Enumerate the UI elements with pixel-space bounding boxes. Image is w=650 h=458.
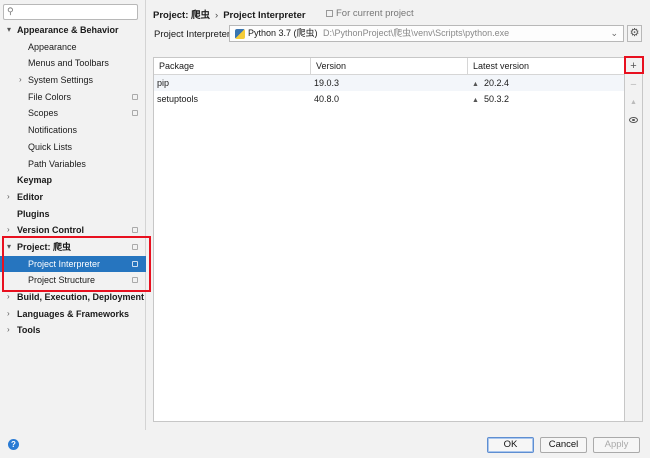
package-version: 40.8.0 [314,94,340,104]
tree-item-version-control[interactable]: › Version Control [0,222,146,239]
tree-item-plugins[interactable]: Plugins [0,206,146,223]
minus-icon: − [630,79,637,91]
table-row[interactable]: setuptools 40.8.0 ▲ 50.3.2 [154,91,624,107]
package-latest: 20.2.4 [483,78,509,88]
tree-item-project-structure[interactable]: Project Structure [0,272,146,289]
tree-item-project-interpreter[interactable]: Project Interpreter [0,255,146,273]
chevron-right-icon: › [7,325,10,335]
package-toolbar: + − ▲ [625,57,643,422]
for-current-project-note: For current project [326,8,414,19]
tree-item-keymap[interactable]: Keymap [0,172,146,189]
chevron-right-icon: › [7,191,10,201]
tree-item-notifications[interactable]: Notifications [0,122,146,139]
apply-button[interactable]: Apply [593,437,640,453]
tree-item-scopes[interactable]: Scopes [0,105,146,122]
project-scope-icon [132,93,138,100]
tree-item-label: File Colors [28,91,72,102]
eye-icon [629,117,638,123]
breadcrumb-interpreter: Project Interpreter [223,10,306,21]
package-name: pip [157,78,170,88]
breadcrumb: Project: 爬虫 › Project Interpreter [153,7,306,21]
settings-tree: ▾ Appearance & Behavior Appearance Menus… [0,22,146,339]
for-current-label: For current project [336,8,414,19]
table-row[interactable]: pip 19.0.3 ▲ 20.2.4 [154,75,624,91]
cancel-button[interactable]: Cancel [540,437,587,453]
package-latest: 50.3.2 [483,94,509,104]
interpreter-label: Project Interpreter: [154,29,233,40]
interpreter-settings-button[interactable]: ⚙ [627,25,642,42]
chevron-right-icon: › [7,308,10,318]
remove-package-button[interactable]: − [625,77,642,93]
interpreter-select[interactable]: Python 3.7 (爬虫) D:\PythonProject\爬虫\venv… [229,25,624,42]
tree-item-path-variables[interactable]: Path Variables [0,156,146,173]
tree-item-menus-toolbars[interactable]: Menus and Toolbars [0,55,146,72]
search-icon: ⚲ [7,6,14,16]
interpreter-path: D:\PythonProject\爬虫\venv\Scripts\python.… [323,28,510,38]
tree-item-build-execution[interactable]: › Build, Execution, Deployment [0,289,146,306]
tree-item-languages-frameworks[interactable]: › Languages & Frameworks [0,306,146,323]
table-header: Package Version Latest version [154,58,624,75]
upgrade-arrow-icon: ▲ [472,81,479,88]
tree-item-label: Editor [17,191,43,202]
settings-search-input[interactable]: ⚲ [3,4,138,20]
settings-sidebar: ⚲ ▾ Appearance & Behavior Appearance Men… [0,0,146,430]
tree-item-label: Project Structure [28,275,96,286]
tree-item-appearance-behavior[interactable]: ▾ Appearance & Behavior [0,22,146,39]
tree-item-label: Tools [17,325,41,336]
tree-item-label: Languages & Frameworks [17,308,130,319]
tree-item-project[interactable]: ▾ Project: 爬虫 [0,239,146,256]
packages-table: Package Version Latest version pip 19.0.… [153,57,625,422]
tree-item-label: Notifications [28,125,78,136]
chevron-down-icon: ▾ [7,25,12,34]
tree-item-tools[interactable]: › Tools [0,322,146,339]
tree-item-label: Keymap [17,175,53,186]
chevron-down-icon: ⌄ [610,28,618,38]
tree-item-editor[interactable]: › Editor [0,189,146,206]
chevron-right-icon: › [19,75,22,85]
tree-item-label: Project Interpreter [28,258,101,269]
add-package-button[interactable]: + [625,58,642,74]
tree-item-label: Menus and Toolbars [28,58,109,69]
interpreter-name: Python 3.7 (爬虫) [248,28,318,38]
package-version: 19.0.3 [314,78,340,88]
column-header-latest[interactable]: Latest version [468,58,625,75]
tree-item-label: Path Variables [28,158,86,169]
breadcrumb-separator: › [215,10,219,21]
breadcrumb-project: Project: 爬虫 [153,10,211,21]
project-scope-icon [132,227,138,234]
upgrade-package-button[interactable]: ▲ [625,95,642,111]
column-header-version[interactable]: Version [311,58,468,75]
tree-item-label: Appearance [28,41,77,52]
tree-item-label: Scopes [28,108,59,119]
tree-item-label: Quick Lists [28,141,73,152]
package-name: setuptools [157,94,199,104]
tree-item-label: Build, Execution, Deployment [17,292,145,302]
tree-item-label: System Settings [28,75,94,86]
tree-item-label: Project: 爬虫 [17,241,72,252]
tree-item-label: Plugins [17,208,50,219]
help-icon[interactable]: ? [8,439,19,450]
column-header-package[interactable]: Package [154,58,311,75]
project-scope-icon [326,10,333,17]
tree-item-file-colors[interactable]: File Colors [0,89,146,106]
project-scope-icon [132,260,138,267]
gear-icon: ⚙ [629,27,640,39]
python-icon [235,29,245,39]
project-scope-icon [132,243,138,250]
project-scope-icon [132,110,138,117]
chevron-down-icon: ▾ [7,241,12,251]
plus-icon: + [630,60,637,72]
chevron-right-icon: › [7,292,10,301]
upgrade-icon: ▲ [630,99,637,106]
tree-item-label: Version Control [17,225,85,236]
tree-item-label: Appearance & Behavior [17,25,119,35]
show-early-releases-button[interactable] [625,112,642,128]
ok-button[interactable]: OK [487,437,534,453]
upgrade-arrow-icon: ▲ [472,97,479,104]
chevron-right-icon: › [7,225,10,235]
tree-item-appearance[interactable]: Appearance [0,39,146,56]
project-scope-icon [132,277,138,284]
tree-item-system-settings[interactable]: › System Settings [0,72,146,89]
tree-item-quick-lists[interactable]: Quick Lists [0,139,146,156]
